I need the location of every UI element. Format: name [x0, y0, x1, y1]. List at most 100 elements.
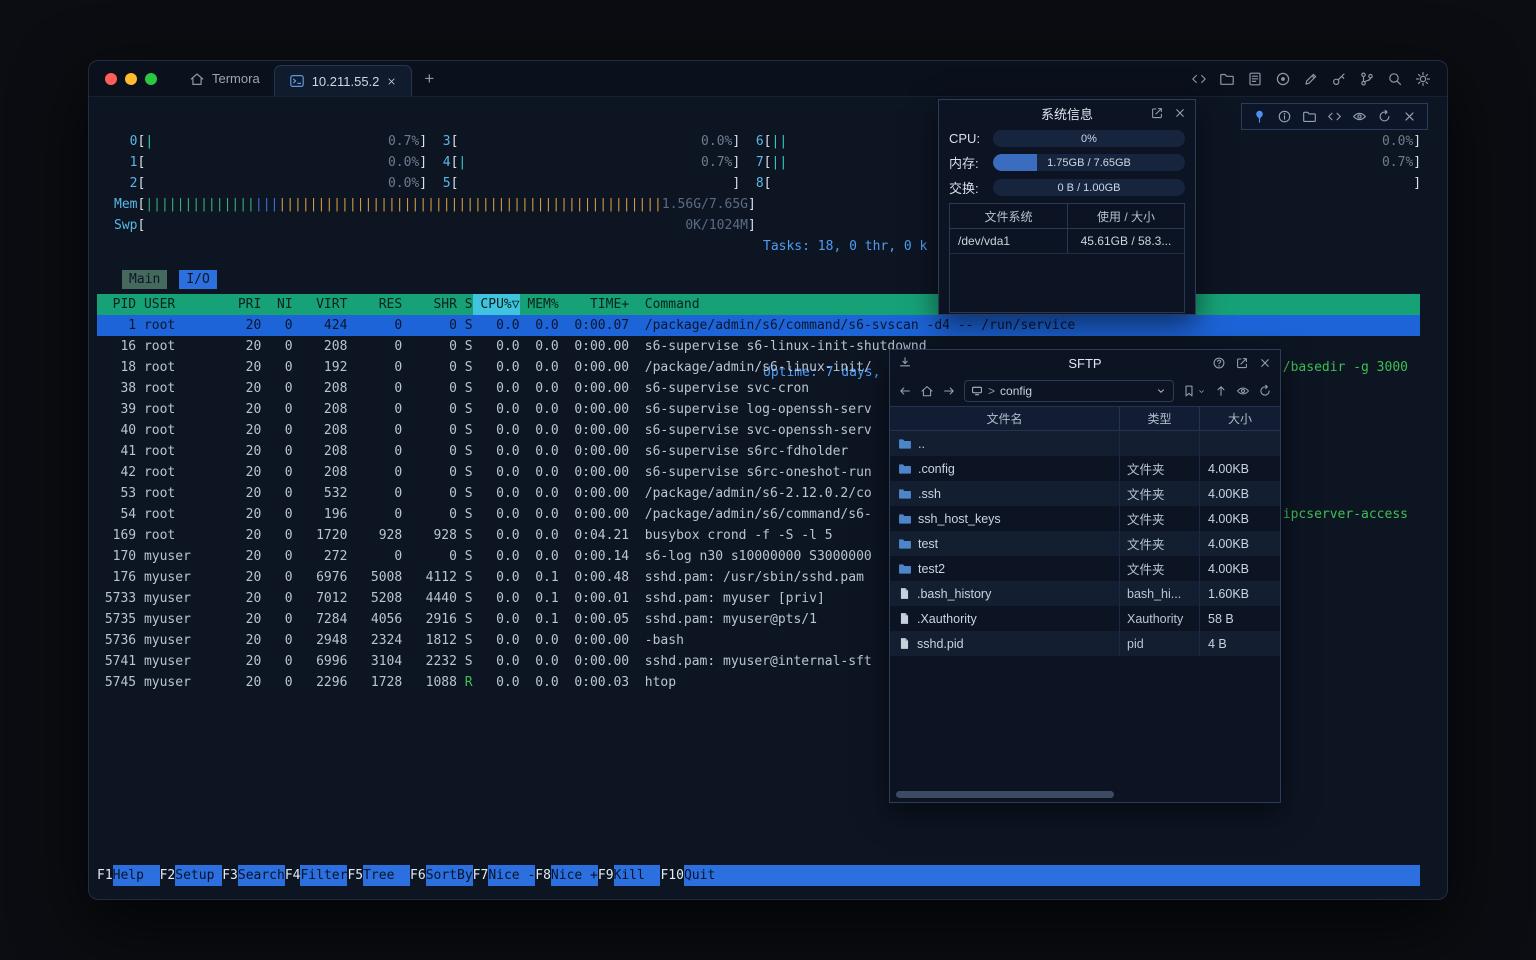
chevron-down-icon[interactable]	[1197, 387, 1206, 396]
tab-ssh-session[interactable]: 10.211.55.2	[274, 65, 413, 96]
column-header-pid[interactable]: PID	[97, 294, 136, 315]
branch-icon[interactable]	[1359, 71, 1375, 87]
fn-action-F9[interactable]: Kill	[614, 865, 661, 886]
path-breadcrumb[interactable]: > config	[964, 380, 1174, 402]
new-tab-button[interactable]: +	[412, 61, 446, 96]
fn-key-F10: F10	[660, 865, 683, 886]
parent-directory-icon[interactable]	[1214, 384, 1228, 398]
panel-title: SFTP	[1068, 356, 1101, 371]
file-row[interactable]: ssh_host_keys文件夹4.00KB	[890, 506, 1280, 531]
file-name: .Xauthority	[917, 612, 977, 626]
file-row[interactable]: .ssh文件夹4.00KB	[890, 481, 1280, 506]
folder-icon[interactable]	[1302, 109, 1317, 124]
column-header-shr[interactable]: SHR	[402, 294, 457, 315]
info-icon[interactable]	[1277, 109, 1292, 124]
open-in-window-icon[interactable]	[1235, 356, 1249, 370]
file-size: 4.00KB	[1200, 556, 1280, 581]
col-type[interactable]: 类型	[1120, 407, 1200, 430]
record-icon[interactable]	[1275, 71, 1291, 87]
close-icon[interactable]	[1173, 106, 1187, 120]
close-tab-icon[interactable]	[386, 76, 397, 87]
column-header-mem[interactable]: MEM%	[520, 294, 559, 315]
column-header-time[interactable]: TIME+	[559, 294, 629, 315]
floating-toolbar	[1241, 103, 1428, 130]
filesystem-row[interactable]: /dev/vda1 45.61GB / 58.3...	[950, 229, 1184, 254]
edit-icon[interactable]	[1303, 71, 1319, 87]
pin-icon[interactable]	[1252, 109, 1267, 124]
file-row[interactable]: .XauthorityXauthority58 B	[890, 606, 1280, 631]
file-size	[1200, 431, 1280, 456]
file-name: ..	[918, 437, 925, 451]
back-icon[interactable]	[898, 384, 912, 398]
horizontal-scrollbar-thumb[interactable]	[896, 791, 1114, 798]
file-table-header: 文件名 类型 大小	[890, 406, 1280, 431]
folder-icon[interactable]	[1219, 71, 1235, 87]
fn-action-F7[interactable]: Nice -	[488, 865, 535, 886]
htop-tab-io[interactable]: I/O	[179, 270, 216, 289]
column-header-cpu[interactable]: CPU%▽	[473, 294, 520, 315]
refresh-icon[interactable]	[1377, 109, 1392, 124]
file-name: .config	[918, 462, 955, 476]
col-usage: 使用 / 大小	[1068, 204, 1184, 228]
column-header-res[interactable]: RES	[347, 294, 402, 315]
help-icon[interactable]	[1212, 356, 1226, 370]
terminal-icon	[289, 73, 305, 89]
chevron-down-icon[interactable]	[1155, 385, 1167, 397]
column-header-virt[interactable]: VIRT	[293, 294, 348, 315]
journal-icon[interactable]	[1247, 71, 1263, 87]
col-size[interactable]: 大小	[1200, 407, 1280, 430]
meter-label: 内存:	[949, 153, 993, 172]
traffic-lights	[89, 61, 175, 96]
open-in-window-icon[interactable]	[1150, 106, 1164, 120]
zoom-window-button[interactable]	[145, 73, 157, 85]
column-header-user[interactable]: USER	[144, 294, 222, 315]
code-icon[interactable]	[1327, 109, 1342, 124]
fn-action-F5[interactable]: Tree	[363, 865, 410, 886]
cpu-meter-label: 8	[756, 176, 764, 191]
close-icon[interactable]	[1402, 109, 1417, 124]
search-icon[interactable]	[1387, 71, 1403, 87]
col-filename[interactable]: 文件名	[890, 407, 1120, 430]
transfers-icon[interactable]	[898, 356, 912, 370]
htop-tab-main[interactable]: Main	[122, 270, 167, 289]
file-row[interactable]: sshd.pidpid4 B	[890, 631, 1280, 656]
column-header-s[interactable]: S	[457, 294, 473, 315]
home-icon	[189, 71, 205, 87]
tasks-stat: Tasks: 18, 0 thr, 0 k	[763, 236, 927, 257]
bookmark-icon[interactable]	[1182, 384, 1196, 398]
column-header-pri[interactable]: PRI	[222, 294, 261, 315]
fn-action-F3[interactable]: Search	[238, 865, 285, 886]
show-hidden-icon[interactable]	[1236, 384, 1250, 398]
meter-value: 1.75GB / 7.65GB	[993, 154, 1185, 171]
column-header-ni[interactable]: NI	[261, 294, 292, 315]
minimize-window-button[interactable]	[125, 73, 137, 85]
close-icon[interactable]	[1258, 356, 1272, 370]
forward-icon[interactable]	[942, 384, 956, 398]
fn-action-F8[interactable]: Nice +	[551, 865, 598, 886]
fn-action-F10[interactable]: Quit	[684, 865, 731, 886]
titlebar-icon-row	[1191, 61, 1447, 96]
window-content: 0[| 0.7%] 3[ 0.0%] 6[|| 0.0%] 1[	[89, 97, 1447, 899]
tab-termora-home[interactable]: Termora	[175, 61, 274, 96]
key-icon[interactable]	[1331, 71, 1347, 87]
file-row[interactable]: ..	[890, 431, 1280, 456]
eye-icon[interactable]	[1352, 109, 1367, 124]
file-row[interactable]: .bash_historybash_hi...1.60KB	[890, 581, 1280, 606]
settings-icon[interactable]	[1415, 71, 1431, 87]
close-window-button[interactable]	[105, 73, 117, 85]
home-icon[interactable]	[920, 384, 934, 398]
filesystem-usage: 45.61GB / 58.3...	[1068, 229, 1184, 253]
file-row[interactable]: test2文件夹4.00KB	[890, 556, 1280, 581]
panel-title: 系统信息	[1041, 104, 1093, 123]
fn-action-F4[interactable]: Filter	[300, 865, 347, 886]
code-icon[interactable]	[1191, 71, 1207, 87]
fn-action-F1[interactable]: Help	[113, 865, 160, 886]
title-tab-bar: Termora 10.211.55.2 +	[89, 61, 1447, 97]
file-row[interactable]: test文件夹4.00KB	[890, 531, 1280, 556]
process-row[interactable]: 1root20042400S0.00.00:00.07/package/admi…	[97, 315, 1420, 336]
refresh-icon[interactable]	[1258, 384, 1272, 398]
file-row[interactable]: .config文件夹4.00KB	[890, 456, 1280, 481]
sysinfo-meter: 内存:1.75GB / 7.65GB	[949, 153, 1185, 172]
fn-action-F2[interactable]: Setup	[175, 865, 222, 886]
fn-action-F6[interactable]: SortBy	[426, 865, 473, 886]
